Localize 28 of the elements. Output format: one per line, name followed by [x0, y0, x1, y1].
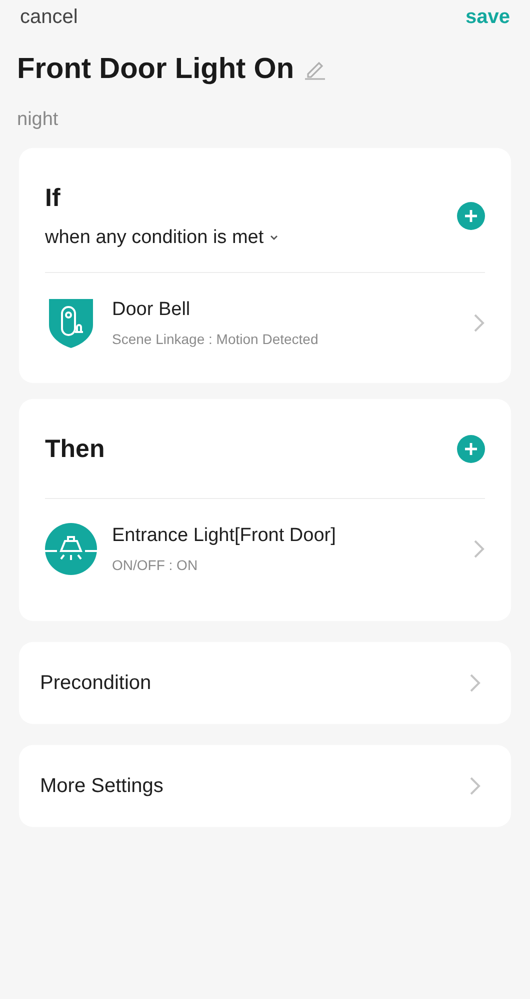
- device-detail: Scene Linkage : Motion Detected: [112, 330, 320, 349]
- settings-row[interactable]: Precondition: [19, 642, 511, 724]
- device-detail: ON/OFF : ON: [112, 556, 199, 574]
- ceiling-light-icon: [45, 522, 97, 575]
- add-button[interactable]: [457, 202, 485, 230]
- chevron-icon: [473, 312, 485, 333]
- device-name: Entrance Light[Front Door]: [112, 524, 337, 548]
- card-title: Then: [45, 434, 105, 464]
- chevron-icon: [469, 776, 481, 796]
- settings-row[interactable]: More Settings: [19, 744, 511, 826]
- plus-icon: [464, 442, 478, 456]
- doorbell-icon: [48, 298, 94, 348]
- caret-icon: [270, 234, 278, 241]
- cancel-button[interactable]: cancel: [20, 2, 78, 32]
- pencil-icon[interactable]: [304, 60, 326, 80]
- chevron-icon: [473, 538, 485, 559]
- row-label: More Settings: [40, 774, 164, 798]
- device-row[interactable]: Door Bell Scene Linkage : Motion Detected: [45, 273, 485, 372]
- scene-title: Front Door Light On: [17, 52, 294, 87]
- chevron-icon: [469, 672, 481, 692]
- card-title: If: [45, 183, 62, 214]
- device-row[interactable]: Entrance Light[Front Door] ON/OFF : ON: [45, 499, 485, 598]
- plus-icon: [464, 209, 478, 223]
- scene-subtitle: night: [17, 108, 58, 130]
- device-name: Door Bell: [112, 298, 192, 322]
- condition-mode-dropdown[interactable]: when any condition is met: [45, 224, 278, 252]
- row-label: Precondition: [40, 670, 152, 696]
- add-button[interactable]: [457, 435, 485, 464]
